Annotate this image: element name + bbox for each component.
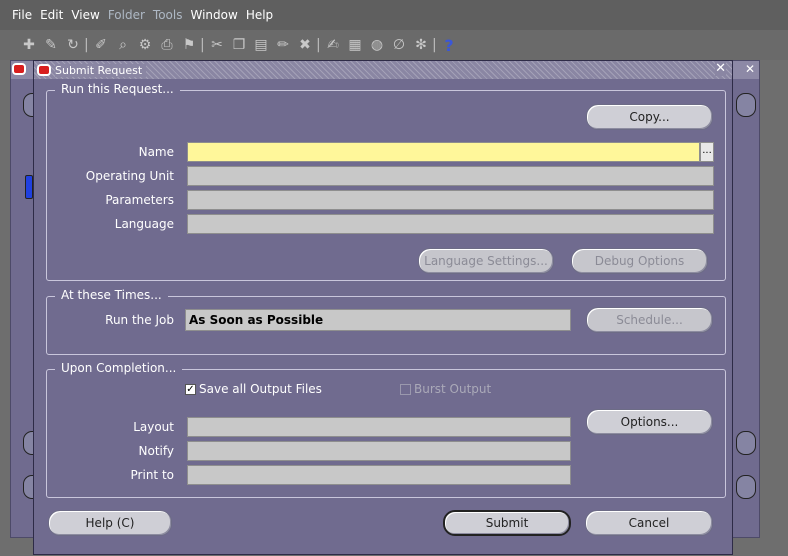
checkbox-checked-icon: ✓ bbox=[185, 383, 196, 395]
burst-output-checkbox[interactable]: Burst Output bbox=[400, 382, 491, 396]
cancel-button[interactable]: Cancel bbox=[585, 510, 713, 536]
burst-output-label: Burst Output bbox=[414, 382, 492, 396]
menu-window[interactable]: Window bbox=[190, 8, 237, 22]
notify-label: Notify bbox=[138, 444, 174, 458]
language-settings-button[interactable]: Language Settings... bbox=[418, 248, 554, 274]
options-button[interactable]: Options... bbox=[586, 409, 713, 435]
clear-icon[interactable]: ✏ bbox=[272, 34, 294, 56]
menu-tools[interactable]: Tools bbox=[153, 8, 183, 22]
name-lov-button[interactable]: ... bbox=[700, 142, 714, 162]
operating-unit-label: Operating Unit bbox=[85, 169, 174, 183]
menu-bar: File Edit View Folder Tools Window Help bbox=[0, 0, 788, 30]
print-to-field[interactable] bbox=[187, 465, 571, 485]
notify-field[interactable] bbox=[187, 441, 571, 461]
operating-unit-field[interactable] bbox=[187, 166, 714, 186]
new-icon[interactable]: ✚ bbox=[18, 34, 40, 56]
copy-button[interactable]: Copy... bbox=[586, 104, 713, 130]
background-close-icon[interactable]: ✕ bbox=[745, 62, 755, 76]
gear-icon[interactable]: ⚙ bbox=[134, 34, 156, 56]
print-to-label: Print to bbox=[130, 468, 174, 482]
debug-options-button[interactable]: Debug Options bbox=[571, 248, 708, 274]
close-icon[interactable]: ✕ bbox=[715, 61, 726, 76]
oracle-icon bbox=[12, 63, 26, 75]
background-button bbox=[736, 475, 756, 499]
checkbox-empty-icon bbox=[400, 383, 411, 395]
parameters-label: Parameters bbox=[105, 193, 174, 207]
menu-edit[interactable]: Edit bbox=[40, 8, 63, 22]
background-indicator bbox=[25, 175, 33, 199]
times-legend: At these Times... bbox=[55, 288, 168, 302]
cut-icon[interactable]: ✂ bbox=[206, 34, 228, 56]
copy-icon[interactable]: ❐ bbox=[228, 34, 250, 56]
refresh-icon[interactable]: ↻ bbox=[62, 34, 84, 56]
menu-folder[interactable]: Folder bbox=[108, 8, 145, 22]
schedule-button[interactable]: Schedule... bbox=[586, 307, 713, 333]
folder-icon[interactable]: ▦ bbox=[344, 34, 366, 56]
background-button bbox=[736, 93, 756, 117]
name-input[interactable] bbox=[187, 142, 700, 162]
language-label: Language bbox=[114, 217, 174, 231]
submit-button[interactable]: Submit bbox=[443, 510, 571, 536]
save-output-checkbox[interactable]: ✓ Save all Output Files bbox=[185, 382, 322, 396]
menu-view[interactable]: View bbox=[71, 8, 99, 22]
paste-icon[interactable]: ▤ bbox=[250, 34, 272, 56]
name-label: Name bbox=[138, 145, 174, 159]
oracle-icon bbox=[37, 64, 51, 76]
completion-legend: Upon Completion... bbox=[55, 361, 183, 375]
edit-icon[interactable]: ✐ bbox=[90, 34, 112, 56]
layout-label: Layout bbox=[133, 420, 174, 434]
flag-icon[interactable]: ⚑ bbox=[178, 34, 200, 56]
pen-icon[interactable]: ✎ bbox=[40, 34, 62, 56]
menu-help[interactable]: Help bbox=[246, 8, 273, 22]
link-icon[interactable]: ∅ bbox=[388, 34, 410, 56]
parameters-field[interactable] bbox=[187, 190, 714, 210]
world-icon[interactable]: ◍ bbox=[366, 34, 388, 56]
run-job-label: Run the Job bbox=[105, 313, 174, 327]
run-request-legend: Run this Request... bbox=[55, 82, 180, 96]
attach-icon[interactable]: ✍ bbox=[322, 34, 344, 56]
zoom-icon[interactable]: ⌕ bbox=[112, 34, 134, 56]
help-button[interactable]: Help (C) bbox=[48, 510, 172, 536]
help-icon[interactable]: ? bbox=[438, 34, 460, 56]
toolbar: ✚ ✎ ↻ | ✐ ⌕ ⚙ ⎙ ⚑ | ✂ ❐ ▤ ✏ ✖ | ✍ ▦ ◍ ∅ … bbox=[0, 30, 788, 60]
run-job-field[interactable]: As Soon as Possible bbox=[185, 309, 571, 331]
language-field[interactable] bbox=[187, 214, 714, 234]
layout-field[interactable] bbox=[187, 417, 571, 437]
print-icon[interactable]: ⎙ bbox=[156, 34, 178, 56]
menu-file[interactable]: File bbox=[12, 8, 32, 22]
submit-request-dialog: Submit Request ✕ Run this Request... Cop… bbox=[33, 60, 733, 555]
tool-icon[interactable]: ✻ bbox=[410, 34, 432, 56]
save-output-label: Save all Output Files bbox=[199, 382, 322, 396]
dialog-titlebar[interactable]: Submit Request ✕ bbox=[34, 61, 732, 79]
dialog-title: Submit Request bbox=[55, 63, 147, 77]
background-button bbox=[736, 431, 756, 455]
delete-icon[interactable]: ✖ bbox=[294, 34, 316, 56]
